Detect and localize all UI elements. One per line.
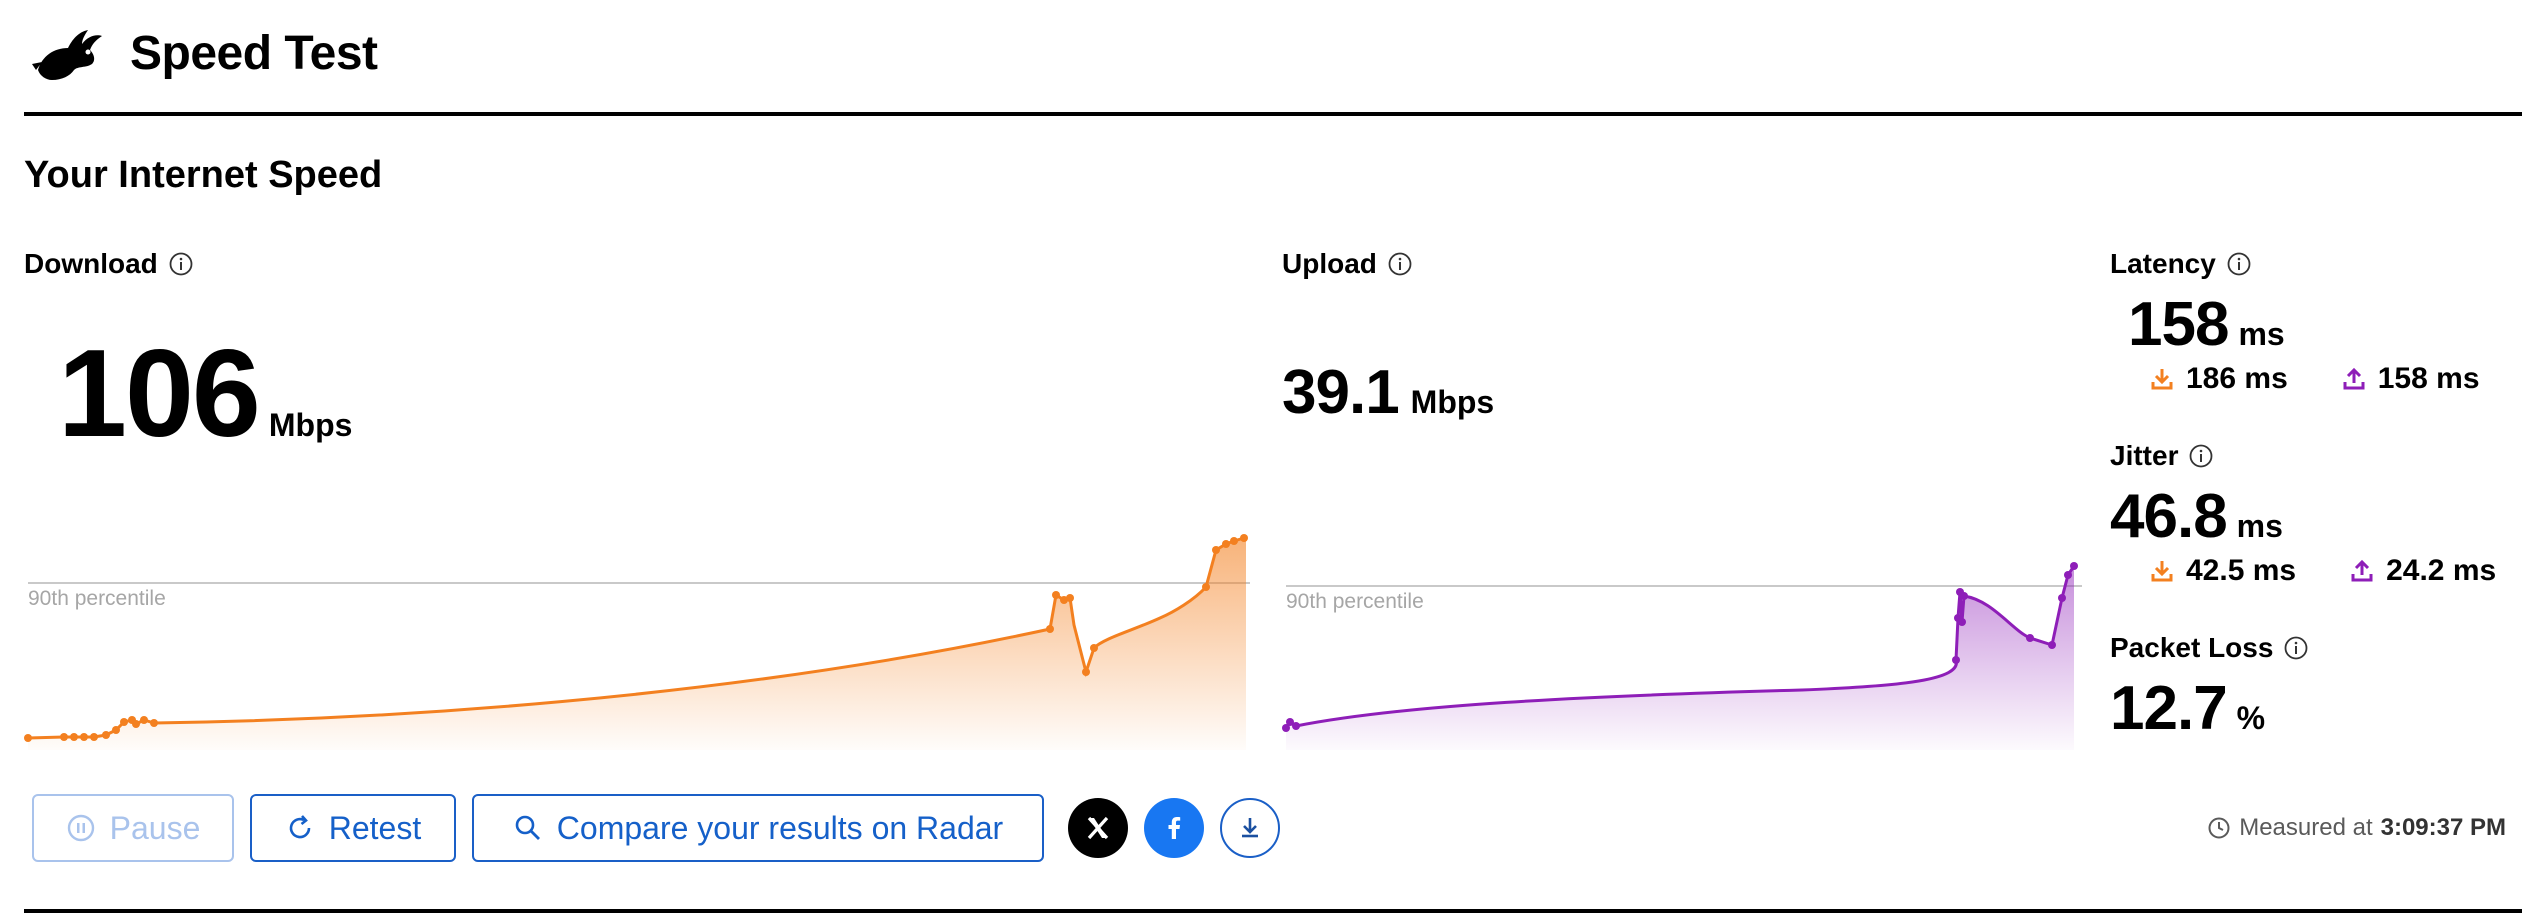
upload-chart: 90th percentile: [1282, 562, 2082, 750]
latency-breakdown: 186 ms 158 ms: [2150, 362, 2480, 396]
download-speed: 106 Mbps: [58, 332, 352, 487]
jitter-value: 46.8: [2110, 482, 2228, 551]
app-title: Speed Test: [130, 27, 378, 80]
info-icon[interactable]: [1387, 251, 1413, 277]
pause-label: Pause: [109, 809, 201, 846]
latency-download-value: 186 ms: [2186, 362, 2288, 395]
packet-loss-value-group: 12.7%: [2110, 678, 2265, 749]
packet-loss-unit: %: [2236, 700, 2266, 736]
measured-prefix: Measured at: [2239, 814, 2373, 841]
latency-value-group: 158 ms: [2128, 294, 2285, 365]
pause-icon: [67, 814, 94, 842]
latency-value: 158: [2128, 290, 2229, 359]
upload-arrow-icon: [2343, 367, 2365, 390]
download-arrow-icon: [2151, 561, 2173, 582]
facebook-icon: [1168, 817, 1181, 839]
jitter-breakdown: 42.5 ms 24.2 ms: [2150, 554, 2496, 588]
section-title: Your Internet Speed: [24, 154, 383, 196]
header-bar: Speed Test: [24, 0, 2522, 116]
jitter-unit: ms: [2236, 508, 2283, 544]
jitter-download-value: 42.5 ms: [2186, 554, 2297, 587]
download-label-text: Download: [24, 248, 158, 279]
download-results-button[interactable]: [1220, 798, 1280, 858]
packet-loss-value: 12.7: [2110, 674, 2228, 743]
packet-loss-label: Packet Loss: [2110, 632, 2309, 664]
upload-speed: 39.1 Mbps: [1282, 362, 1494, 433]
jitter-label: Jitter: [2110, 440, 2214, 472]
share-facebook-button[interactable]: [1144, 798, 1204, 858]
download-arrow-icon: [2151, 369, 2173, 390]
download-value: 106: [58, 325, 261, 463]
download-unit: Mbps: [268, 407, 353, 443]
compare-radar-button[interactable]: Compare your results on Radar: [472, 794, 1044, 862]
share-x-button[interactable]: [1068, 798, 1128, 858]
latency-download: 186 ms: [2150, 362, 2288, 396]
upload-unit: Mbps: [1410, 384, 1495, 420]
pause-button[interactable]: Pause: [32, 794, 234, 862]
measured-at: Measured at 3:09:37 PM: [2207, 814, 2506, 842]
info-icon[interactable]: [2188, 443, 2214, 469]
upload-label-text: Upload: [1282, 248, 1377, 279]
info-icon[interactable]: [168, 251, 194, 277]
latency-upload: 158 ms: [2342, 362, 2480, 396]
rabbit-icon: [32, 30, 102, 80]
latency-label: Latency: [2110, 248, 2252, 280]
upload-percentile-label: 90th percentile: [1286, 590, 1424, 613]
x-logo-icon: [1087, 816, 1109, 840]
download-area: [28, 538, 1246, 750]
jitter-upload-value: 24.2 ms: [2386, 554, 2497, 587]
info-icon[interactable]: [2283, 635, 2309, 661]
upload-label: Upload: [1282, 248, 1413, 280]
refresh-icon: [289, 815, 311, 839]
latency-unit: ms: [2238, 316, 2285, 352]
latency-upload-value: 158 ms: [2377, 362, 2480, 395]
retest-button[interactable]: Retest: [250, 794, 456, 862]
download-icon: [1242, 818, 1258, 838]
clock-icon: [2208, 817, 2230, 839]
retest-label: Retest: [328, 809, 422, 846]
info-icon[interactable]: [2226, 251, 2252, 277]
latency-label-text: Latency: [2110, 248, 2216, 279]
compare-radar-label: Compare your results on Radar: [556, 809, 1004, 846]
bottom-divider: [24, 909, 2522, 913]
download-chart: 90th percentile: [24, 534, 1250, 750]
download-label: Download: [24, 248, 194, 280]
upload-value: 39.1: [1282, 358, 1400, 427]
measured-time: 3:09:37 PM: [2380, 814, 2506, 841]
jitter-download: 42.5 ms: [2150, 554, 2296, 588]
download-percentile-label: 90th percentile: [28, 587, 166, 610]
upload-arrow-icon: [2351, 559, 2373, 582]
jitter-label-text: Jitter: [2110, 440, 2179, 471]
jitter-upload: 24.2 ms: [2350, 554, 2496, 588]
jitter-value-group: 46.8 ms: [2110, 486, 2283, 557]
search-icon: [515, 815, 540, 840]
packet-loss-label-text: Packet Loss: [2110, 632, 2274, 663]
